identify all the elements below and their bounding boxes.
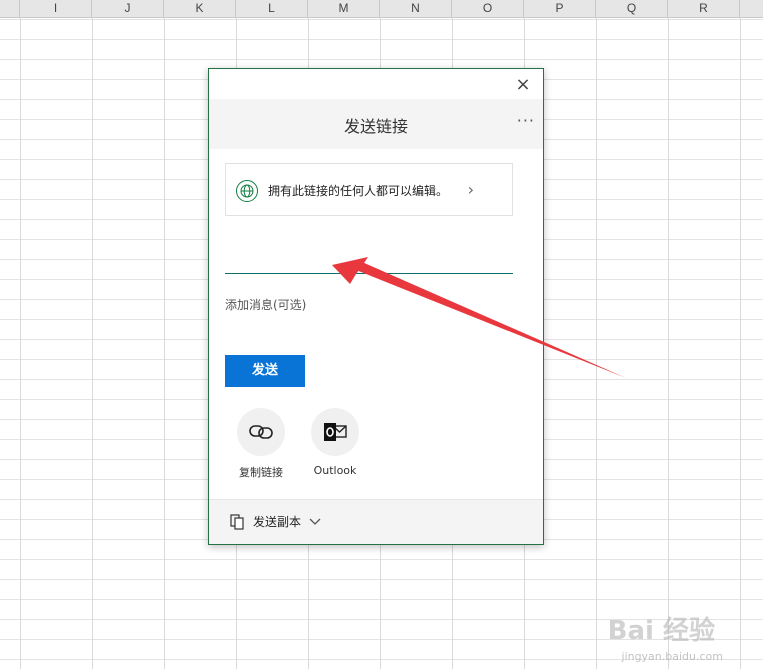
column-header-i[interactable]: I xyxy=(20,0,92,17)
dialog-title-bar: 发送链接 ··· xyxy=(209,99,543,149)
column-header-r[interactable]: R xyxy=(668,0,740,17)
column-header-o[interactable]: O xyxy=(452,0,524,17)
send-copy-label: 发送副本 xyxy=(253,515,302,529)
permission-text: 拥有此链接的任何人都可以编辑。 xyxy=(268,184,449,198)
outlook-icon xyxy=(311,408,359,456)
column-header-q[interactable]: Q xyxy=(596,0,668,17)
watermark-url: jingyan.baidu.com xyxy=(621,650,723,663)
copy-link-option[interactable]: 复制链接 xyxy=(226,408,296,480)
send-link-dialog: × 发送链接 ··· 拥有此链接的任何人都可以编辑。 › 添加消息(可选) 发送… xyxy=(208,68,544,545)
chevron-down-icon xyxy=(309,515,321,529)
column-header-l[interactable]: L xyxy=(236,0,308,17)
message-field[interactable]: 添加消息(可选) xyxy=(225,296,306,313)
link-permission-setting[interactable]: 拥有此链接的任何人都可以编辑。 › xyxy=(225,163,513,216)
link-icon xyxy=(237,408,285,456)
send-button[interactable]: 发送 xyxy=(225,355,305,387)
copy-icon xyxy=(229,513,245,530)
column-header-partial xyxy=(740,0,763,17)
column-header-k[interactable]: K xyxy=(164,0,236,17)
outlook-option[interactable]: Outlook xyxy=(300,408,370,477)
column-header-n[interactable]: N xyxy=(380,0,452,17)
column-header-m[interactable]: M xyxy=(308,0,380,17)
more-options-button[interactable]: ··· xyxy=(517,111,535,130)
outlook-label: Outlook xyxy=(313,464,357,477)
copy-link-label: 复制链接 xyxy=(239,466,283,479)
column-header-left-edge xyxy=(0,0,20,17)
recipient-input[interactable] xyxy=(225,247,513,274)
column-header-bar: I J K L M N O P Q R xyxy=(0,0,763,18)
chevron-right-icon: › xyxy=(467,180,474,199)
globe-icon xyxy=(236,180,258,202)
watermark-logo: Bai 经验 xyxy=(607,616,715,646)
send-copy-button[interactable]: 发送副本 xyxy=(229,513,321,530)
close-button[interactable]: × xyxy=(515,76,531,94)
dialog-title: 发送链接 xyxy=(343,117,408,136)
dialog-footer: 发送副本 xyxy=(209,499,543,544)
column-header-p[interactable]: P xyxy=(524,0,596,17)
column-header-j[interactable]: J xyxy=(92,0,164,17)
